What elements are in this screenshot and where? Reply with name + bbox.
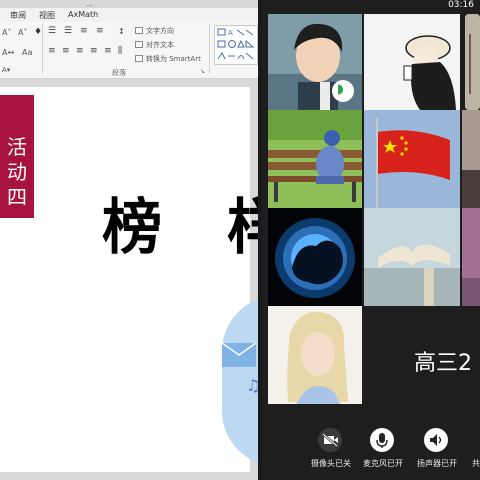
ppt-window: ... 审阅 视图 AxMath A˄ A˅ ♦ A↔ Aa A▾ ☰ ☰ ≡ … bbox=[0, 0, 258, 480]
ppt-title-bar: ... bbox=[0, 0, 258, 8]
font-size-up-icon[interactable]: A˄ bbox=[2, 28, 11, 37]
participant-tile[interactable]: ◗ bbox=[268, 14, 362, 110]
avatar-blonde-girl-icon bbox=[268, 306, 362, 404]
bullets-icon[interactable]: ☰ bbox=[48, 26, 56, 36]
ribbon-divider bbox=[42, 24, 43, 74]
activity-banner: 活动四 bbox=[0, 95, 34, 218]
participant-tile[interactable] bbox=[364, 14, 460, 110]
camera-status-label: 摄像头已关 bbox=[311, 459, 351, 468]
line-spacing-icon[interactable]: ↕ bbox=[118, 27, 125, 36]
menu-view[interactable]: 视图 bbox=[39, 10, 55, 21]
participant-tile[interactable] bbox=[268, 208, 362, 306]
shapes-gallery[interactable]: A bbox=[214, 25, 258, 65]
slide-editor-area: 活动四 榜 样 bbox=[0, 79, 258, 480]
participant-thumbnail-icon bbox=[462, 110, 480, 208]
ribbon: A˄ A˅ ♦ A↔ Aa A▾ ☰ ☰ ≡ ≡ ≡ ≡ ≡ ≡ ≡ ⫼ ↕ 文… bbox=[0, 22, 258, 79]
menu-axmath[interactable]: AxMath bbox=[68, 10, 98, 19]
speaking-indicator: ◗ bbox=[332, 80, 354, 102]
participant-tile[interactable] bbox=[268, 306, 362, 404]
music-note-icon: ♫ bbox=[246, 376, 258, 395]
flag-icon bbox=[364, 110, 460, 208]
ribbon-divider bbox=[209, 24, 210, 74]
participant-tile[interactable] bbox=[268, 110, 362, 208]
svg-text:A: A bbox=[228, 29, 233, 37]
clock: 03:16 bbox=[448, 0, 474, 10]
slide-title: 榜 样 bbox=[102, 193, 258, 263]
camera-toggle-button[interactable] bbox=[318, 428, 342, 452]
clear-format-icon[interactable]: ♦ bbox=[34, 27, 42, 37]
speaker-icon bbox=[430, 434, 442, 446]
avatar-glowing-frog-icon bbox=[268, 208, 362, 306]
font-color-icon[interactable]: A▾ bbox=[2, 66, 10, 74]
participant-name: 高三2 bbox=[414, 351, 472, 376]
shapes-gallery-icons: A bbox=[217, 28, 255, 60]
numbering-icon[interactable]: ☰ bbox=[64, 26, 72, 36]
participant-tile[interactable] bbox=[462, 208, 480, 306]
activity-label: 活动四 bbox=[7, 135, 27, 209]
camera-off-icon bbox=[322, 433, 338, 447]
menu-review[interactable]: 审阅 bbox=[10, 10, 26, 21]
participant-tile[interactable] bbox=[465, 14, 480, 110]
participant-tile[interactable] bbox=[462, 110, 480, 208]
align-left-icon[interactable]: ≡ bbox=[48, 46, 56, 56]
participant-thumbnail-icon bbox=[462, 208, 480, 306]
align-text-icon[interactable] bbox=[135, 41, 143, 48]
text-direction-icon[interactable] bbox=[135, 27, 143, 34]
avatar-hat-girl-icon bbox=[364, 14, 460, 110]
text-direction-button[interactable]: 文字方向 bbox=[146, 26, 174, 36]
participant-thumbnail-icon bbox=[465, 14, 480, 110]
participant-tile[interactable] bbox=[364, 208, 460, 306]
smartart-icon[interactable] bbox=[135, 55, 143, 62]
font-size-down-icon[interactable]: A˅ bbox=[18, 28, 27, 37]
align-text-button[interactable]: 对齐文本 bbox=[146, 40, 174, 50]
envelope-flap bbox=[221, 342, 257, 356]
envelope-icon bbox=[221, 342, 257, 367]
share-label[interactable]: 共 bbox=[472, 458, 480, 469]
distributed-icon[interactable]: ≡ bbox=[104, 46, 112, 56]
avatar-bench-icon bbox=[268, 110, 362, 208]
speaking-wave-icon: ◗ bbox=[337, 82, 344, 97]
decrease-indent-icon[interactable]: ≡ bbox=[80, 26, 88, 36]
ppt-title-text: ... bbox=[86, 0, 93, 8]
columns-icon[interactable]: ⫼ bbox=[118, 46, 122, 56]
align-center-icon[interactable]: ≡ bbox=[62, 46, 70, 56]
paragraph-group-label: 段落 bbox=[112, 69, 126, 77]
char-spacing-icon[interactable]: A↔ bbox=[2, 48, 14, 57]
speaker-toggle-button[interactable] bbox=[424, 428, 448, 452]
justify-icon[interactable]: ≡ bbox=[90, 46, 98, 56]
ppt-menu-bar: 审阅 视图 AxMath bbox=[0, 8, 258, 22]
align-right-icon[interactable]: ≡ bbox=[76, 46, 84, 56]
convert-smartart-button[interactable]: 转换为 SmartArt bbox=[146, 54, 201, 64]
increase-indent-icon[interactable]: ≡ bbox=[96, 26, 104, 36]
slide-canvas[interactable]: 活动四 榜 样 bbox=[0, 87, 258, 472]
speaker-status-label: 扬声器已开 bbox=[417, 459, 457, 468]
microphone-icon bbox=[376, 433, 388, 448]
microphone-toggle-button[interactable] bbox=[370, 428, 394, 452]
change-case-icon[interactable]: Aa bbox=[22, 48, 32, 57]
avatar-book-icon bbox=[364, 208, 460, 306]
dialog-launcher-icon[interactable]: ↘ bbox=[200, 68, 205, 75]
microphone-status-label: 麦克风已开 bbox=[363, 459, 403, 468]
participant-tile[interactable] bbox=[364, 110, 460, 208]
